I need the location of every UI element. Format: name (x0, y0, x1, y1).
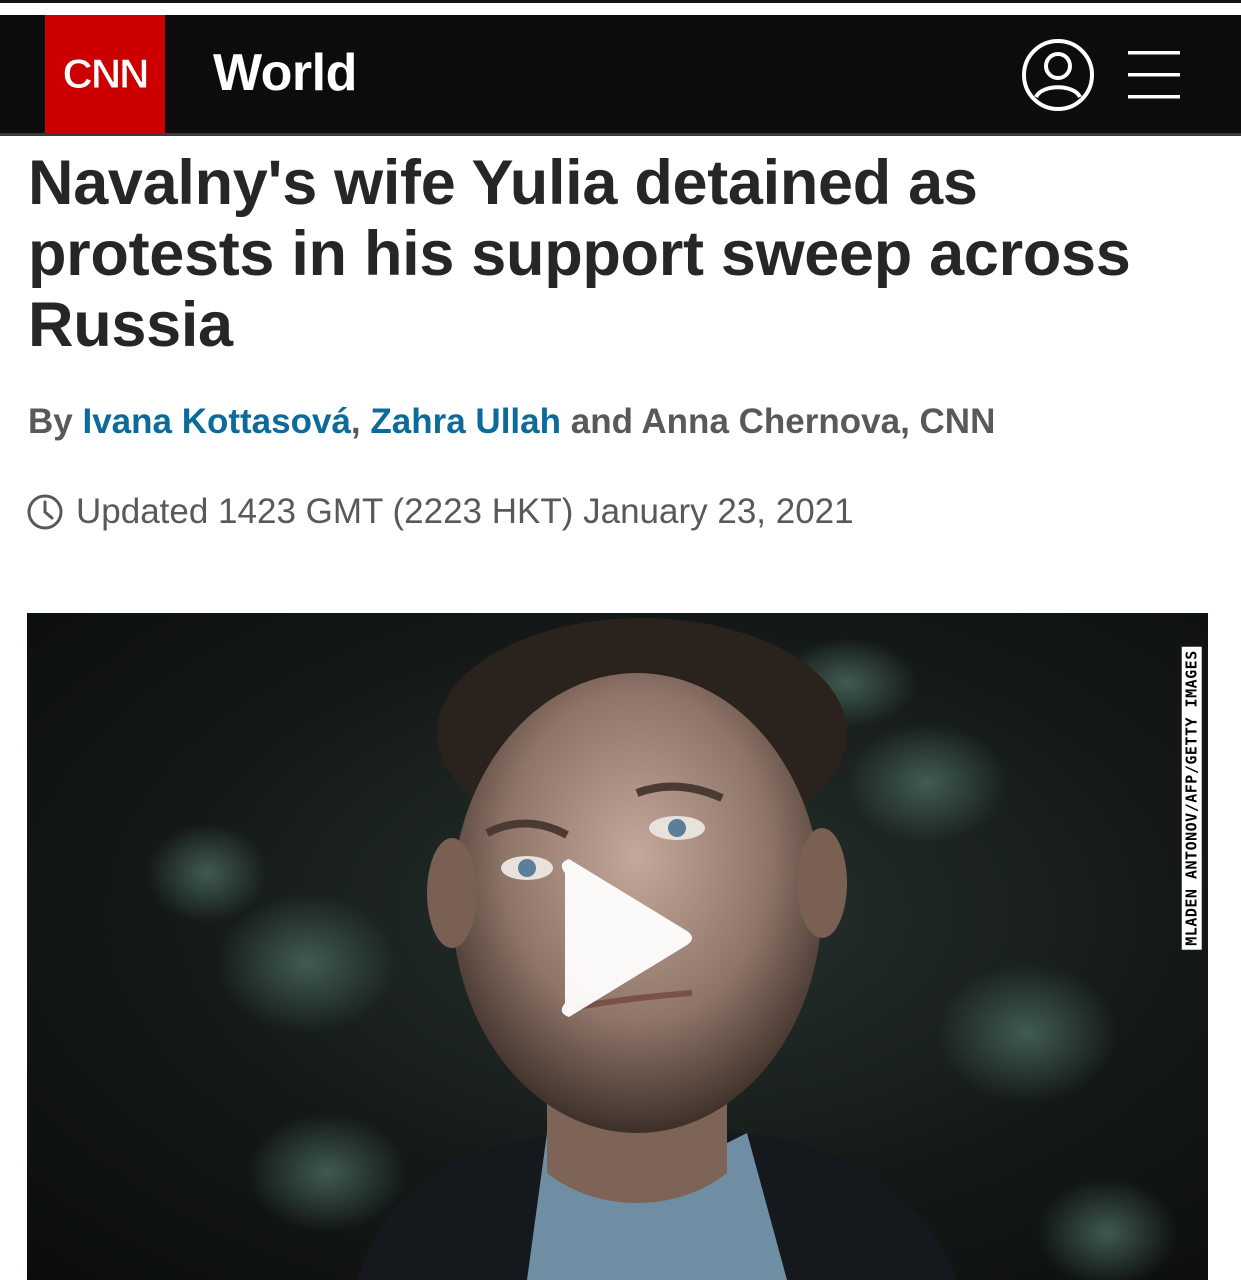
author-link-ivana-kottasova[interactable]: Ivana Kottasová (82, 402, 350, 441)
article-headline: Navalny's wife Yulia detained as protest… (28, 148, 1131, 360)
timestamp-text: Updated 1423 GMT (2223 HKT) January 23, … (76, 492, 854, 531)
photo-credit-text: MLADEN ANTONOV/AFP/GETTY IMAGES (1182, 646, 1202, 950)
cnn-logo[interactable]: CNN (45, 15, 165, 133)
cnn-logo-text: CNN (62, 50, 150, 98)
site-header: CNN World (0, 15, 1241, 136)
author-link-zahra-ullah[interactable]: Zahra Ullah (370, 402, 561, 441)
byline-connector: and (570, 402, 633, 441)
play-icon[interactable] (547, 853, 697, 1023)
photo-credit: MLADEN ANTONOV/AFP/GETTY IMAGES (1177, 613, 1207, 983)
clock-icon (27, 494, 63, 530)
byline-prefix: By (28, 402, 73, 441)
byline-separator: , (900, 402, 910, 441)
section-title[interactable]: World (213, 43, 357, 103)
hamburger-menu-icon[interactable] (1126, 49, 1182, 101)
author-anna-chernova: Anna Chernova (641, 402, 901, 441)
video-player[interactable]: MLADEN ANTONOV/AFP/GETTY IMAGES (27, 613, 1208, 1280)
byline: By Ivana Kottasová, Zahra Ullah and Anna… (28, 400, 995, 444)
user-account-icon[interactable] (1020, 37, 1096, 113)
byline-outlet: CNN (919, 402, 996, 441)
update-timestamp: Updated 1423 GMT (2223 HKT) January 23, … (26, 490, 854, 534)
top-border (0, 0, 1241, 3)
byline-separator: , (350, 402, 361, 441)
